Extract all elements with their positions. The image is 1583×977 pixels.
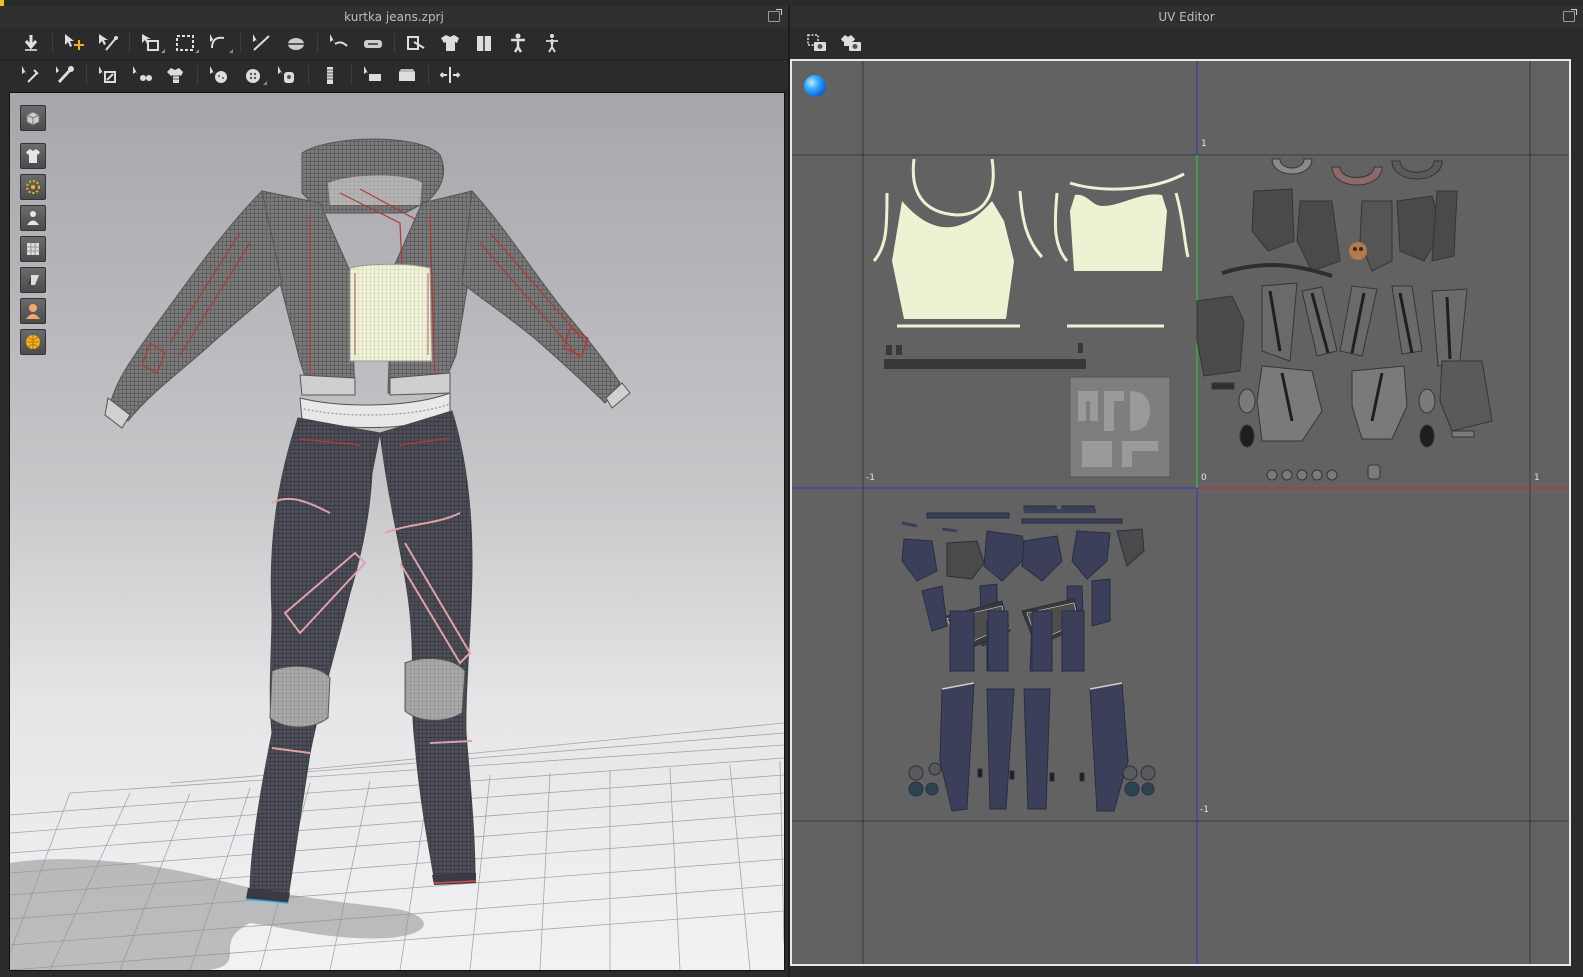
buttonhole-tool-icon[interactable] xyxy=(236,62,270,88)
arrangement-points-icon[interactable] xyxy=(20,174,46,200)
knee-pad-left xyxy=(269,665,331,728)
free-sewing-tool-icon[interactable] xyxy=(322,30,356,56)
garment-icon[interactable] xyxy=(20,143,46,169)
uv-material-sphere-icon[interactable] xyxy=(804,75,826,97)
segment-tool-icon[interactable] xyxy=(134,30,168,56)
uv-axis-label-right-one: 1 xyxy=(1534,473,1540,483)
3d-scene xyxy=(10,138,784,970)
panel-title: kurtka jeans.zprj xyxy=(344,10,444,24)
uv-toolbar xyxy=(790,28,1583,58)
jacket-body xyxy=(261,190,356,394)
popout-icon[interactable] xyxy=(1563,9,1577,22)
uv-jeans-pieces xyxy=(901,505,1156,812)
viewport-display-toolbar xyxy=(20,105,46,360)
uv-axis-label-bottom-minus-one: -1 xyxy=(1200,805,1209,815)
uv-editor-panel: UV Editor 1 -1 0 1 -1 xyxy=(790,6,1583,977)
fold-tool-icon[interactable] xyxy=(356,30,390,56)
fitting-tool-icon[interactable] xyxy=(159,62,193,88)
tack-tool-icon[interactable] xyxy=(48,62,82,88)
panel-titlebar: kurtka jeans.zprj xyxy=(0,6,788,29)
uv-canvas[interactable]: 1 -1 0 1 -1 xyxy=(790,59,1571,966)
circle-tool-icon[interactable] xyxy=(202,30,236,56)
3d-viewport[interactable] xyxy=(9,92,785,971)
edit-pattern-tool-icon[interactable] xyxy=(91,30,125,56)
garment-front-tool-icon[interactable] xyxy=(399,30,433,56)
popout-icon[interactable] xyxy=(768,9,782,22)
fold-arrange-tool-icon[interactable] xyxy=(91,62,125,88)
uv-axis-label-top-one: 1 xyxy=(1201,139,1207,149)
pose-tool-icon[interactable] xyxy=(501,30,535,56)
normal-map-icon[interactable] xyxy=(20,267,46,293)
measure-tool-icon[interactable] xyxy=(433,62,467,88)
move-down-tool-icon[interactable] xyxy=(14,30,48,56)
uv-axis-label-origin-zero: 0 xyxy=(1201,473,1207,483)
environment-icon[interactable] xyxy=(20,329,46,355)
skeleton-tool-icon[interactable] xyxy=(535,30,569,56)
rectangle-tool-icon[interactable] xyxy=(168,30,202,56)
panel-title: UV Editor xyxy=(1158,10,1215,24)
toolbar-row-2 xyxy=(0,59,788,90)
jeans-right-leg xyxy=(379,410,476,884)
uv-tank-top-pieces xyxy=(872,158,1190,328)
jacket-right-sleeve xyxy=(461,189,621,404)
zipper-tool-icon[interactable] xyxy=(313,62,347,88)
toolbar-row-1 xyxy=(0,28,788,58)
uv-axis-label-left-minus-one: -1 xyxy=(866,473,875,483)
knee-pad-right xyxy=(404,658,466,721)
3d-garment-panel: kurtka jeans.zprj xyxy=(0,6,788,977)
panel-titlebar: UV Editor xyxy=(790,6,1583,29)
avatar-tool-icon[interactable] xyxy=(467,30,501,56)
jacket-left-sleeve xyxy=(109,189,283,422)
avatar-display-icon[interactable] xyxy=(20,205,46,231)
tank-top xyxy=(349,263,433,362)
texture-icon[interactable] xyxy=(20,236,46,262)
skin-icon[interactable] xyxy=(20,298,46,324)
arrangement-tool-icon[interactable] xyxy=(125,62,159,88)
sewing-tool-icon[interactable] xyxy=(279,30,313,56)
snapshot-icon[interactable] xyxy=(800,30,834,56)
button-tool-icon[interactable] xyxy=(202,62,236,88)
avatar-shadow xyxy=(10,859,424,970)
line-tool-icon[interactable] xyxy=(245,30,279,56)
garment-side-tool-icon[interactable] xyxy=(433,30,467,56)
snapshot-all-icon[interactable] xyxy=(834,30,868,56)
elastic-tool-icon[interactable] xyxy=(390,62,424,88)
puckering-tool-icon[interactable] xyxy=(356,62,390,88)
view-cube-icon[interactable] xyxy=(20,105,46,131)
pin-tool-icon[interactable] xyxy=(14,62,48,88)
snap-tool-icon[interactable] xyxy=(270,62,304,88)
select-move-tool-icon[interactable] xyxy=(57,30,91,56)
uv-layout xyxy=(792,61,1569,964)
